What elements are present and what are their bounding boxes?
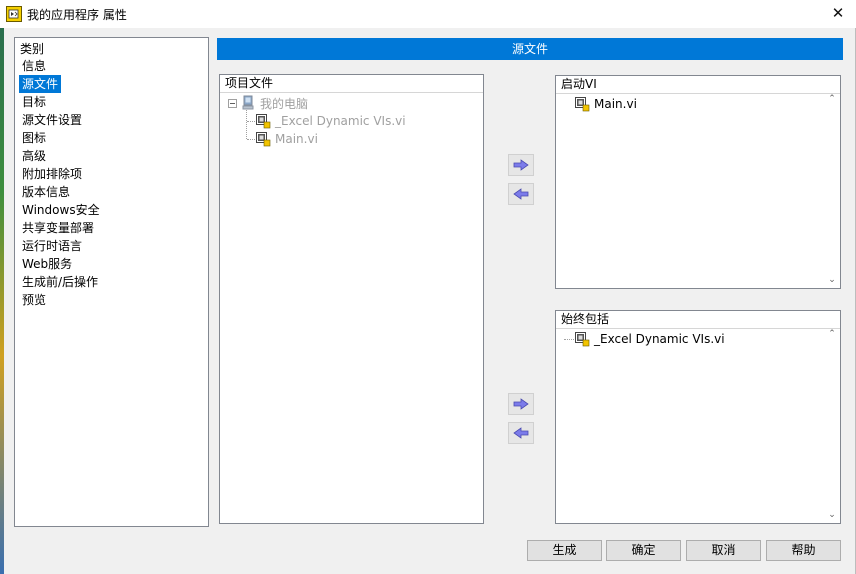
category-item-advanced[interactable]: 高级 (19, 147, 49, 165)
chevron-down-icon[interactable]: ⌄ (827, 275, 837, 285)
list-item[interactable]: _Excel Dynamic VIs.vi (574, 330, 725, 348)
always-included-list[interactable]: 始终包括 _Excel Dynamic VIs.vi ⌃ ⌄ (555, 310, 841, 524)
title-bar: 我的应用程序 属性 ✕ (0, 0, 856, 28)
category-item-runtime-languages[interactable]: 运行时语言 (19, 237, 85, 255)
background-edge (0, 28, 4, 574)
tree-node-file[interactable]: Main.vi (255, 130, 318, 148)
vi-file-icon (256, 132, 271, 147)
section-title: 源文件 (217, 38, 843, 60)
list-item-label: Main.vi (594, 97, 637, 111)
tree-node-label: 我的电脑 (260, 96, 309, 111)
remove-startup-vi-button[interactable] (508, 183, 534, 205)
arrow-right-icon (513, 159, 529, 171)
labview-app-icon (6, 6, 22, 22)
computer-icon (242, 95, 254, 110)
scrollbar[interactable]: ⌃ ⌄ (824, 94, 840, 288)
always-included-header: 始终包括 (556, 311, 840, 329)
project-files-header: 项目文件 (220, 75, 483, 93)
vi-file-icon (256, 114, 271, 129)
category-item-icon[interactable]: 图标 (19, 129, 49, 147)
category-item-pre-post-build-actions[interactable]: 生成前/后操作 (19, 273, 101, 291)
cancel-button[interactable]: 取消 (686, 540, 761, 561)
category-item-destinations[interactable]: 目标 (19, 93, 49, 111)
project-files-tree[interactable]: 项目文件 我的电脑 _Excel Dynamic VIs.vi Main.vi (219, 74, 484, 524)
arrow-left-icon (513, 427, 529, 439)
category-item-windows-security[interactable]: Windows安全 (19, 201, 103, 219)
category-list: 信息 源文件 目标 源文件设置 图标 高级 附加排除项 版本信息 Windows… (19, 57, 103, 309)
list-item[interactable]: Main.vi (574, 95, 637, 113)
ok-button[interactable]: 确定 (606, 540, 681, 561)
tree-node-label: Main.vi (275, 132, 318, 146)
properties-dialog: 我的应用程序 属性 ✕ 类别 信息 源文件 目标 源文件设置 图标 高级 附加排… (0, 0, 856, 574)
tree-node-file[interactable]: _Excel Dynamic VIs.vi (255, 112, 406, 130)
remove-always-included-button[interactable] (508, 422, 534, 444)
arrow-right-icon (513, 398, 529, 410)
category-panel: 类别 信息 源文件 目标 源文件设置 图标 高级 附加排除项 版本信息 Wind… (14, 37, 209, 527)
vi-file-icon (575, 332, 590, 347)
category-item-version-info[interactable]: 版本信息 (19, 183, 73, 201)
category-item-source-files[interactable]: 源文件 (19, 75, 62, 93)
build-button[interactable]: 生成 (527, 540, 602, 561)
tree-node-label: _Excel Dynamic VIs.vi (275, 114, 406, 128)
vi-file-icon (575, 97, 590, 112)
scrollbar[interactable]: ⌃ ⌄ (824, 329, 840, 523)
category-item-web-services[interactable]: Web服务 (19, 255, 75, 273)
category-item-info[interactable]: 信息 (19, 57, 49, 75)
arrow-left-icon (513, 188, 529, 200)
chevron-up-icon[interactable]: ⌃ (827, 94, 837, 104)
category-item-source-file-settings[interactable]: 源文件设置 (19, 111, 85, 129)
category-item-preview[interactable]: 预览 (19, 291, 49, 309)
close-icon: ✕ (831, 4, 845, 22)
collapse-icon[interactable] (228, 98, 237, 108)
chevron-down-icon[interactable]: ⌄ (827, 510, 837, 520)
list-item-label: _Excel Dynamic VIs.vi (594, 332, 725, 346)
category-item-additional-exclusions[interactable]: 附加排除项 (19, 165, 85, 183)
help-button[interactable]: 帮助 (766, 540, 841, 561)
tree-node-my-computer[interactable]: 我的电脑 (228, 94, 308, 112)
add-always-included-button[interactable] (508, 393, 534, 415)
category-header: 类别 (20, 42, 45, 56)
add-startup-vi-button[interactable] (508, 154, 534, 176)
startup-vis-list[interactable]: 启动VI Main.vi ⌃ ⌄ (555, 75, 841, 289)
window-title: 我的应用程序 属性 (27, 8, 127, 22)
chevron-up-icon[interactable]: ⌃ (827, 329, 837, 339)
category-item-shared-variable-deployment[interactable]: 共享变量部署 (19, 219, 97, 237)
close-button[interactable]: ✕ (826, 2, 850, 24)
startup-vis-header: 启动VI (556, 76, 840, 94)
